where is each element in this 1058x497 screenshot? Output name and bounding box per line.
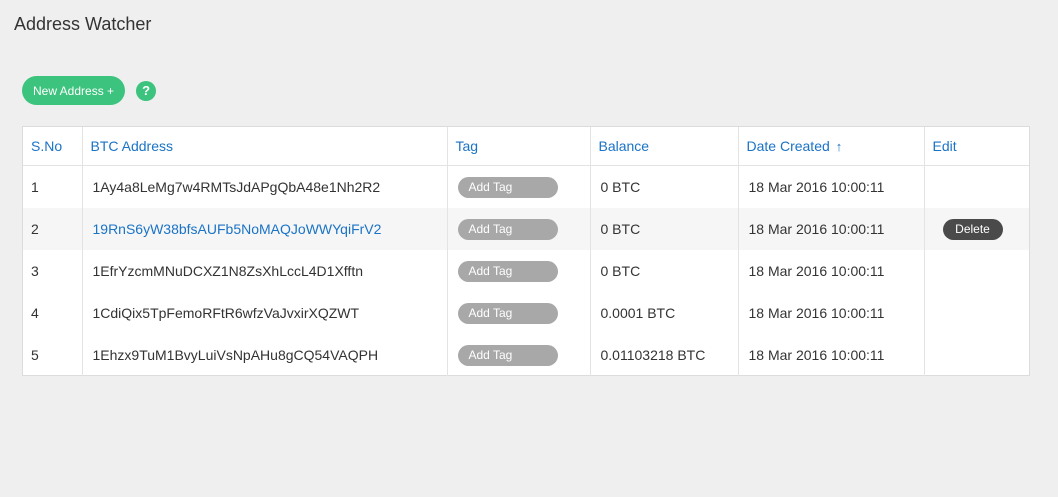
row-edit-cell: Delete [924, 208, 1029, 250]
table-row: 2 19RnS6yW38bfsAUFb5NoMAQJoWWYqiFrV2 Add… [23, 208, 1029, 250]
table-row: 4 1CdiQix5TpFemoRFtR6wfzVaJvxirXQZWT Add… [23, 292, 1029, 334]
help-icon[interactable]: ? [136, 80, 157, 101]
row-date-created: 18 Mar 2016 10:00:11 [738, 208, 925, 250]
row-date-created: 18 Mar 2016 10:00:11 [738, 334, 925, 376]
row-address-link[interactable]: 19RnS6yW38bfsAUFb5NoMAQJoWWYqiFrV2 [93, 221, 382, 237]
page-title: Address Watcher [14, 14, 152, 34]
column-header-balance[interactable]: Balance [590, 127, 739, 166]
row-address: 1CdiQix5TpFemoRFtR6wfzVaJvxirXQZWT [82, 292, 448, 334]
table-header-row: S.No BTC Address Tag Balance Date Create… [23, 127, 1029, 166]
new-address-button[interactable]: New Address + [22, 76, 126, 105]
row-balance: 0 BTC [590, 250, 739, 292]
row-edit-cell [924, 250, 1029, 292]
row-balance: 0.0001 BTC [590, 292, 739, 334]
add-tag-button[interactable]: Add Tag [457, 344, 558, 366]
column-header-tag[interactable]: Tag [447, 127, 591, 166]
row-date-created: 18 Mar 2016 10:00:11 [738, 292, 925, 334]
toolbar: New Address + ? [22, 76, 157, 105]
row-address: 1Ay4a8LeMg7w4RMTsJdAPgQbA48e1Nh2R2 [82, 165, 448, 208]
row-address: 1EfrYzcmMNuDCXZ1N8ZsXhLccL4D1Xfftn [82, 250, 448, 292]
column-header-edit: Edit [924, 127, 1029, 166]
address-table: S.No BTC Address Tag Balance Date Create… [22, 126, 1030, 376]
row-sno: 1 [23, 165, 83, 208]
row-balance: 0 BTC [590, 165, 739, 208]
delete-button[interactable]: Delete [942, 218, 1003, 240]
column-header-address[interactable]: BTC Address [82, 127, 448, 166]
column-header-date-label: Date Created [746, 138, 830, 154]
table-row: 5 1Ehzx9TuM1BvyLuiVsNpAHu8gCQ54VAQPH Add… [23, 334, 1029, 376]
row-sno: 5 [23, 334, 83, 376]
row-sno: 4 [23, 292, 83, 334]
add-tag-button[interactable]: Add Tag [457, 176, 558, 198]
row-edit-cell [924, 292, 1029, 334]
row-date-created: 18 Mar 2016 10:00:11 [738, 165, 925, 208]
row-edit-cell [924, 334, 1029, 376]
row-date-created: 18 Mar 2016 10:00:11 [738, 250, 925, 292]
add-tag-button[interactable]: Add Tag [457, 302, 558, 324]
add-tag-button[interactable]: Add Tag [457, 218, 558, 240]
row-balance: 0 BTC [590, 208, 739, 250]
row-balance: 0.01103218 BTC [590, 334, 739, 376]
row-address: 1Ehzx9TuM1BvyLuiVsNpAHu8gCQ54VAQPH [82, 334, 448, 376]
add-tag-button[interactable]: Add Tag [457, 260, 558, 282]
row-sno: 2 [23, 208, 83, 250]
row-sno: 3 [23, 250, 83, 292]
row-edit-cell [924, 166, 1029, 209]
table-row: 1 1Ay4a8LeMg7w4RMTsJdAPgQbA48e1Nh2R2 Add… [23, 165, 1029, 209]
column-header-sno[interactable]: S.No [23, 127, 83, 166]
column-header-date-created[interactable]: Date Created ↑ [738, 127, 925, 166]
table-row: 3 1EfrYzcmMNuDCXZ1N8ZsXhLccL4D1Xfftn Add… [23, 250, 1029, 292]
sort-ascending-icon[interactable]: ↑ [836, 139, 843, 154]
